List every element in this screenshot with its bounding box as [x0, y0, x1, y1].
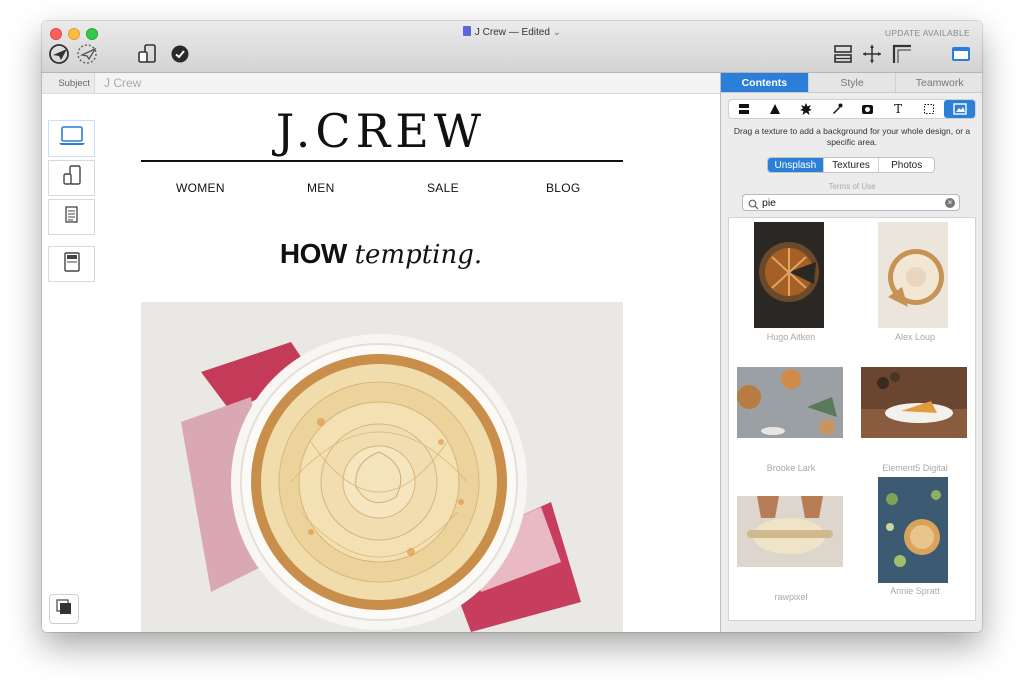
result-card[interactable]: Element5 Digital — [853, 346, 975, 474]
sidebar-toggle-icon[interactable] — [949, 43, 973, 65]
search-input[interactable]: pie — [762, 197, 776, 209]
send-test-icon[interactable] — [48, 43, 72, 65]
subject-bar: Subject J Crew — [42, 73, 720, 94]
texture-hint: Drag a texture to add a background for y… — [733, 126, 971, 147]
text-icon[interactable]: T — [883, 100, 914, 118]
result-card[interactable]: Alex Loup — [853, 218, 975, 343]
nav-item-women[interactable]: WOMEN — [176, 181, 225, 195]
result-thumbnail[interactable] — [878, 477, 948, 583]
result-card[interactable]: Annie Spratt — [853, 476, 975, 604]
image-icon[interactable] — [944, 100, 975, 118]
source-unsplash[interactable]: Unsplash — [768, 158, 824, 172]
search-field[interactable]: pie × — [742, 194, 960, 211]
terms-of-use-link[interactable]: Terms of Use — [721, 182, 982, 191]
document-icon — [462, 26, 471, 36]
result-thumbnail[interactable] — [737, 367, 843, 438]
result-thumbnail[interactable] — [754, 222, 824, 328]
tab-contents[interactable]: Contents — [721, 73, 809, 92]
triangle-icon[interactable] — [760, 100, 791, 118]
result-author: Hugo Aitken — [766, 332, 816, 342]
layers-icon — [55, 598, 73, 621]
margin-ruler-icon[interactable] — [890, 43, 914, 65]
burst-icon[interactable] — [791, 100, 822, 118]
search-icon — [748, 197, 759, 215]
headline-bold: HOW — [279, 238, 347, 269]
result-author: Alex Loup — [894, 332, 936, 342]
window-title-text: J Crew — Edited — [474, 27, 550, 38]
mobile-tablet-icon — [60, 164, 84, 193]
source-selector: Unsplash Textures Photos — [767, 157, 935, 173]
hero-image[interactable] — [141, 302, 623, 632]
result-card[interactable]: rawpixel — [729, 476, 853, 604]
headline-italic: tempting. — [354, 240, 483, 270]
result-thumbnail[interactable] — [737, 496, 843, 567]
layers-toggle-button[interactable] — [49, 594, 79, 624]
text-document-icon — [64, 205, 80, 230]
dropper-icon[interactable] — [821, 100, 852, 118]
title-menu-chevron: ⌄ — [552, 27, 562, 38]
nav-item-sale[interactable]: SALE — [427, 181, 459, 195]
source-textures[interactable]: Textures — [824, 158, 880, 172]
subject-input[interactable]: J Crew — [104, 76, 141, 90]
email-nav: WOMEN MEN SALE BLOG — [141, 181, 623, 197]
tab-style[interactable]: Style — [808, 73, 897, 92]
content-tools: T — [728, 99, 976, 119]
schedule-send-icon[interactable] — [76, 43, 100, 65]
camera-icon[interactable] — [852, 100, 883, 118]
result-author: Element5 Digital — [882, 463, 948, 473]
nav-item-men[interactable]: MEN — [307, 181, 335, 195]
clear-search-icon[interactable]: × — [945, 198, 955, 208]
update-available-button[interactable]: UPDATE AVAILABLE — [885, 28, 970, 38]
inspector-tabs: Contents Style Teamwork — [721, 73, 982, 93]
brand-logo: J.CREW — [275, 104, 487, 158]
mobile-view-button[interactable] — [48, 160, 95, 196]
result-card[interactable]: Brooke Lark — [729, 346, 853, 474]
tab-teamwork[interactable]: Teamwork — [896, 73, 982, 92]
app-window: J Crew — Edited ⌄ UPDATE AVAILABLE Subje… — [42, 21, 982, 632]
result-thumbnail[interactable] — [878, 222, 948, 328]
headline[interactable]: HOW tempting. — [42, 238, 720, 270]
result-author: Annie Spratt — [890, 586, 940, 596]
logo-divider — [141, 160, 623, 162]
result-thumbnail[interactable] — [861, 367, 967, 438]
email-canvas[interactable]: J.CREW WOMEN MEN SALE BLOG HOW tempting. — [42, 94, 720, 632]
source-photos[interactable]: Photos — [879, 158, 934, 172]
result-author: rawpixel — [774, 592, 808, 602]
window-title[interactable]: J Crew — Edited ⌄ — [42, 26, 982, 38]
subject-label: Subject — [42, 73, 95, 93]
selection-icon[interactable] — [914, 100, 945, 118]
inspector-panel: Contents Style Teamwork T Drag a texture… — [720, 73, 982, 632]
move-crosshair-icon[interactable] — [860, 43, 884, 65]
result-card[interactable]: Hugo Aitken — [729, 218, 853, 343]
photo-results[interactable]: Hugo Aitken Alex Loup Brooke Lark Elemen — [728, 217, 976, 621]
checkmark-icon[interactable] — [168, 43, 192, 65]
layout-grid-icon[interactable] — [831, 43, 855, 65]
result-author: Brooke Lark — [766, 463, 816, 473]
block-icon[interactable] — [729, 100, 760, 118]
nav-item-blog[interactable]: BLOG — [546, 181, 581, 195]
title-bar: J Crew — Edited ⌄ UPDATE AVAILABLE — [42, 21, 982, 73]
plain-text-view-button[interactable] — [48, 199, 95, 235]
device-preview-icon[interactable] — [136, 43, 160, 65]
